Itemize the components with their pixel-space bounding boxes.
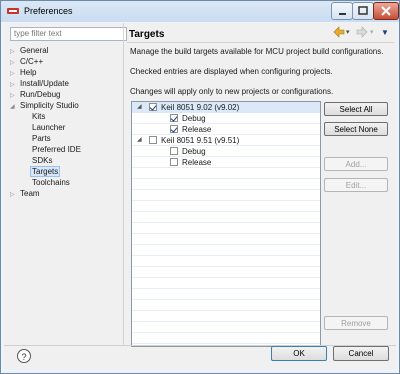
tree-item-label: Toolchains	[32, 178, 70, 187]
minimize-icon	[339, 13, 346, 15]
preferences-window: Preferences ▷General▷C/C++▷Help▷Install/…	[0, 0, 400, 374]
tree-item-general[interactable]: ▷ General	[10, 45, 48, 56]
close-button[interactable]	[373, 2, 399, 20]
target-config-row[interactable]: Release	[132, 124, 320, 135]
tree-item-toolchains[interactable]: Toolchains	[32, 177, 70, 188]
collapse-arrow-icon[interactable]: ◢	[137, 102, 142, 113]
tree-item-parts[interactable]: Parts	[32, 133, 51, 144]
window-title: Preferences	[24, 6, 73, 16]
view-menu-button[interactable]: ▼	[381, 26, 389, 40]
target-label: Keil 8051 9.51 (v9.51)	[161, 136, 240, 145]
title-bar[interactable]: Preferences	[1, 1, 399, 22]
checkbox-checked[interactable]	[170, 114, 178, 122]
checkbox-unchecked[interactable]	[170, 147, 178, 155]
tree-item-launcher[interactable]: Launcher	[32, 122, 65, 133]
tree-item-label: SDKs	[32, 156, 53, 165]
remove-button[interactable]: Remove	[324, 316, 388, 330]
tree-item-preferred-ide[interactable]: Preferred IDE	[32, 144, 81, 155]
chevron-down-icon: ▾	[370, 29, 374, 36]
tree-item-label: Run/Debug	[20, 90, 61, 99]
tree-item-label: Preferred IDE	[32, 145, 81, 154]
forward-arrow-icon	[356, 26, 368, 38]
back-dropdown[interactable]: ▾	[346, 26, 350, 40]
target-label: Keil 8051 9.02 (v9.02)	[161, 103, 240, 112]
close-icon	[381, 6, 391, 16]
page-title: Targets	[129, 29, 165, 40]
tree-item-label: C/C++	[20, 57, 44, 66]
tree-item-c-c[interactable]: ▷ C/C++	[10, 56, 43, 67]
chevron-down-icon: ▾	[346, 29, 350, 36]
expand-arrow-icon[interactable]: ▷	[10, 190, 20, 201]
checkbox-unchecked[interactable]	[149, 136, 157, 144]
collapse-arrow-icon[interactable]: ◢	[10, 102, 20, 113]
tree-item-team[interactable]: ▷ Team	[10, 188, 40, 199]
select-all-button[interactable]: Select All	[324, 102, 388, 116]
tree-item-run-debug[interactable]: ▷ Run/Debug	[10, 89, 60, 100]
tree-item-label: Simplicity Studio	[20, 101, 79, 110]
targets-tree[interactable]: ◢ Keil 8051 9.02 (v9.02) Debug Release ◢ Keil…	[131, 101, 321, 347]
filter-input[interactable]	[10, 27, 127, 41]
description-changes: Changes will apply only to new projects …	[130, 87, 334, 96]
tree-item-label: Install/Update	[20, 79, 69, 88]
forward-dropdown[interactable]: ▾	[370, 26, 374, 40]
tree-item-label: Kits	[32, 112, 46, 121]
select-none-button[interactable]: Select None	[324, 122, 388, 136]
target-toolchain-row[interactable]: ◢ Keil 8051 9.02 (v9.02)	[132, 102, 320, 113]
maximize-button[interactable]	[352, 2, 374, 20]
view-menu-icon: ▼	[381, 28, 389, 37]
tree-item-label: General	[20, 46, 49, 55]
checkbox-unchecked[interactable]	[170, 158, 178, 166]
tree-item-simplicity-studio[interactable]: ◢ Simplicity Studio	[10, 100, 79, 111]
tree-item-kits[interactable]: Kits	[32, 111, 45, 122]
tree-item-install-update[interactable]: ▷ Install/Update	[10, 78, 69, 89]
tree-item-help[interactable]: ▷ Help	[10, 67, 36, 78]
description-checked: Checked entries are displayed when confi…	[130, 67, 333, 76]
target-config-row[interactable]: Release	[132, 157, 320, 168]
tree-item-sdks[interactable]: SDKs	[32, 155, 52, 166]
target-label: Release	[182, 125, 212, 134]
back-button[interactable]	[333, 26, 345, 40]
tree-item-label: Targets	[30, 166, 61, 177]
back-arrow-icon	[333, 26, 345, 38]
target-label: Release	[182, 158, 212, 167]
checkbox-checked[interactable]	[149, 103, 157, 111]
ok-button[interactable]: OK	[271, 346, 327, 361]
add-button[interactable]: Add...	[324, 157, 388, 171]
collapse-arrow-icon[interactable]: ◢	[137, 135, 142, 146]
tree-item-label: Launcher	[32, 123, 66, 132]
target-config-row[interactable]: Debug	[132, 113, 320, 124]
dialog-body: ▷General▷C/C++▷Help▷Install/Update▷Run/D…	[4, 23, 396, 369]
target-label: Debug	[182, 147, 206, 156]
description-manage: Manage the build targets available for M…	[130, 47, 384, 56]
maximize-icon	[358, 6, 368, 15]
app-icon	[7, 8, 19, 14]
target-label: Debug	[182, 114, 206, 123]
tree-item-label: Parts	[32, 134, 51, 143]
header-separator	[127, 42, 394, 43]
tree-item-label: Help	[20, 68, 37, 77]
tree-item-label: Team	[20, 189, 40, 198]
cancel-button[interactable]: Cancel	[333, 346, 389, 361]
help-icon[interactable]: ?	[17, 349, 31, 363]
target-toolchain-row[interactable]: ◢ Keil 8051 9.51 (v9.51)	[132, 135, 320, 146]
preferences-tree: ▷ General ▷ C/C++ ▷ Help ▷ Install/Update ▷ Run/D…	[10, 45, 122, 345]
tree-item-targets[interactable]: Targets	[30, 166, 61, 177]
forward-button[interactable]	[356, 26, 368, 40]
edit-button[interactable]: Edit...	[324, 178, 388, 192]
target-config-row[interactable]: Debug	[132, 146, 320, 157]
pane-splitter[interactable]	[123, 23, 124, 345]
checkbox-checked[interactable]	[170, 125, 178, 133]
minimize-button[interactable]	[331, 2, 353, 20]
